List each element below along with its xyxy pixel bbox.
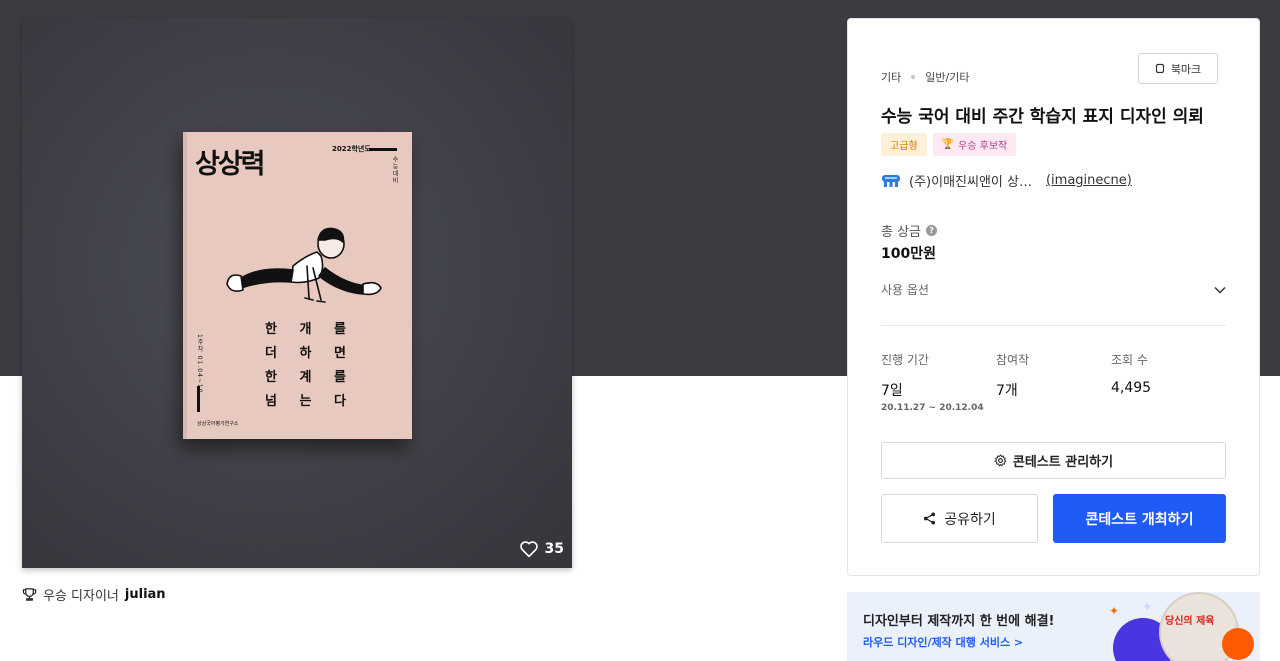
breadcrumb-subcategory[interactable]: 일반/기타 bbox=[925, 69, 969, 85]
cover-line: 한 계 를 bbox=[265, 370, 355, 385]
winner-name[interactable]: julian bbox=[125, 587, 166, 602]
share-label: 공유하기 bbox=[944, 511, 996, 528]
contest-info-panel: 기타 일반/기타 북마크 수능 국어 대비 주간 학습지 표지 디자인 의뢰 고… bbox=[847, 18, 1260, 576]
badge-group: 고급형 🏆 우승 후보작 bbox=[881, 133, 1017, 156]
stat-participants: 참여작 7개 bbox=[996, 351, 1029, 400]
prize-label: 총 상금 ? bbox=[881, 221, 938, 240]
heart-icon bbox=[519, 541, 538, 558]
contest-title: 수능 국어 대비 주간 학습지 표지 디자인 의뢰 bbox=[881, 107, 1204, 127]
like-count: 35 bbox=[544, 541, 564, 557]
winner-label: 우승 디자이너 bbox=[43, 589, 119, 604]
breadcrumb-separator bbox=[911, 75, 916, 79]
usage-options-toggle[interactable]: 사용 옵션 bbox=[881, 281, 1226, 298]
help-icon[interactable]: ? bbox=[926, 225, 938, 236]
sparkle-icon: ✧ bbox=[1143, 602, 1152, 613]
cover-vertical-text: 수능대비 bbox=[391, 156, 398, 184]
share-button[interactable]: 공유하기 bbox=[881, 494, 1038, 543]
divider bbox=[881, 325, 1226, 326]
stat-period-value: 7일 bbox=[881, 383, 903, 399]
winner-designer: 우승 디자이너 julian bbox=[22, 585, 166, 604]
host-info[interactable]: (주)이매진씨앤이 상… (imaginecne) bbox=[881, 171, 1132, 190]
chevron-down-icon bbox=[1214, 286, 1226, 294]
grade-badge: 고급형 bbox=[881, 133, 927, 156]
stat-participants-label: 참여작 bbox=[996, 353, 1030, 367]
cover-publisher: 상상국어평가연구소 bbox=[197, 421, 239, 427]
gear-icon bbox=[994, 454, 1007, 467]
cover-side-text: 1주차 01.04~10 bbox=[196, 334, 203, 394]
share-icon bbox=[924, 512, 936, 525]
ad-product-logo: 당신의 제육 bbox=[1165, 616, 1215, 627]
floating-action-button[interactable] bbox=[1222, 628, 1254, 660]
cover-spine bbox=[183, 132, 187, 439]
breadcrumb: 기타 일반/기타 bbox=[881, 69, 969, 85]
stat-views-label: 조회 수 bbox=[1111, 353, 1148, 367]
manage-contest-label: 콘테스트 관리하기 bbox=[1012, 455, 1114, 470]
host-id[interactable]: (imaginecne) bbox=[1046, 173, 1132, 188]
bookmark-label: 북마크 bbox=[1170, 62, 1202, 76]
cover-year: 2022학년도 bbox=[332, 145, 371, 153]
prize-label-text: 총 상금 bbox=[881, 225, 922, 240]
stat-views-value: 4,495 bbox=[1111, 380, 1152, 396]
ad-link[interactable]: 라우드 디자인/제작 대행 서비스 > bbox=[863, 634, 1023, 650]
stat-period: 진행 기간 7일 20.11.27 ~ 20.12.04 bbox=[881, 351, 984, 413]
manage-contest-button[interactable]: 콘테스트 관리하기 bbox=[881, 442, 1226, 479]
breadcrumb-category[interactable]: 기타 bbox=[881, 69, 901, 85]
cover-logo: 상상력 bbox=[195, 149, 266, 180]
ad-banner[interactable]: 디자인부터 제작까지 한 번에 해결! 라우드 디자인/제작 대행 서비스 > … bbox=[847, 592, 1260, 661]
winner-candidate-label: 우승 후보작 bbox=[958, 141, 1008, 152]
sparkle-icon: ✦ bbox=[1109, 604, 1120, 618]
usage-options-label: 사용 옵션 bbox=[881, 283, 929, 297]
cover-headline: 한 개 를 더 하 면 한 계 를 넘 는 다 bbox=[265, 318, 355, 414]
cover-illustration bbox=[226, 227, 382, 303]
stat-views: 조회 수 4,495 bbox=[1111, 351, 1151, 396]
stat-period-label: 진행 기간 bbox=[881, 353, 929, 367]
stat-period-range: 20.11.27 ~ 20.12.04 bbox=[881, 403, 984, 413]
cover-line: 넘 는 다 bbox=[265, 394, 355, 409]
prize-value: 100만원 bbox=[881, 246, 936, 262]
bookmark-icon bbox=[1155, 63, 1164, 74]
host-avatar-icon bbox=[882, 174, 900, 187]
cover-bar bbox=[197, 386, 200, 412]
like-button[interactable]: 35 bbox=[519, 540, 564, 558]
cover-rule bbox=[369, 148, 397, 151]
host-contest-button[interactable]: 콘테스트 개최하기 bbox=[1053, 494, 1226, 543]
cover-line: 더 하 면 bbox=[265, 346, 355, 361]
ad-headline: 디자인부터 제작까지 한 번에 해결! bbox=[863, 614, 1055, 629]
bookmark-button[interactable]: 북마크 bbox=[1138, 53, 1218, 84]
winner-candidate-badge: 🏆 우승 후보작 bbox=[932, 133, 1017, 156]
cover-line: 한 개 를 bbox=[265, 322, 355, 337]
artwork-image[interactable]: 상상력 2022학년도 수능대비 한 개 를 더 하 면 한 계 를 넘 는 다… bbox=[22, 18, 572, 568]
host-name[interactable]: (주)이매진씨앤이 상… bbox=[909, 171, 1032, 190]
stat-participants-value: 7개 bbox=[996, 383, 1018, 399]
trophy-icon: 🏆 bbox=[941, 139, 955, 150]
book-cover: 상상력 2022학년도 수능대비 한 개 를 더 하 면 한 계 를 넘 는 다… bbox=[183, 132, 412, 439]
trophy-icon bbox=[22, 588, 37, 601]
